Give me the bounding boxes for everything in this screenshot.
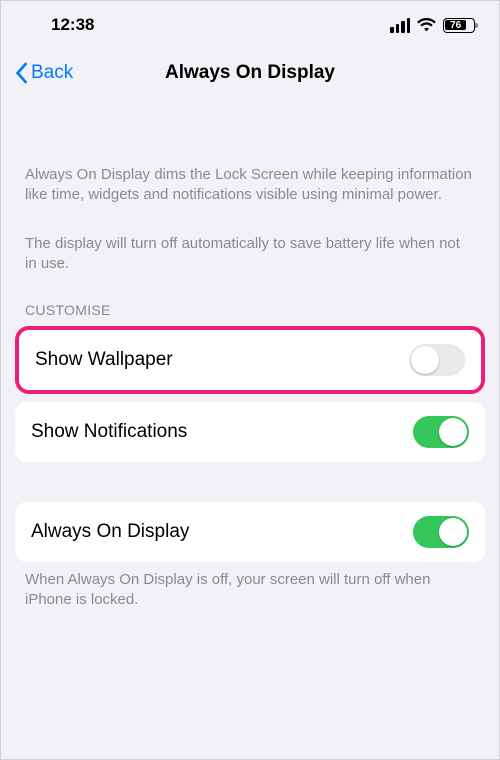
- back-button[interactable]: Back: [15, 62, 73, 84]
- page-title: Always On Display: [1, 62, 499, 84]
- row-label: Show Notifications: [31, 421, 187, 443]
- row-label: Show Wallpaper: [35, 349, 173, 371]
- toggle-show-notifications[interactable]: [413, 416, 469, 448]
- row-show-notifications: Show Notifications: [15, 402, 485, 462]
- back-label: Back: [31, 62, 73, 84]
- battery-icon: 76: [443, 18, 475, 33]
- toggle-show-wallpaper[interactable]: [409, 344, 465, 376]
- row-always-on-display: Always On Display: [15, 502, 485, 562]
- footer-description: When Always On Display is off, your scre…: [1, 562, 499, 611]
- status-bar: 12:38 76: [1, 1, 499, 49]
- highlight-show-wallpaper: Show Wallpaper: [15, 326, 485, 394]
- chevron-left-icon: [15, 62, 29, 84]
- row-label: Always On Display: [31, 521, 189, 543]
- row-group-customise-rest: Show Notifications: [15, 402, 485, 462]
- description-2: The display will turn off automatically …: [1, 234, 499, 275]
- row-group-main: Always On Display: [15, 502, 485, 562]
- nav-bar: Back Always On Display: [1, 49, 499, 99]
- cellular-icon: [390, 18, 410, 33]
- wifi-icon: [417, 18, 436, 32]
- battery-level: 76: [445, 20, 466, 31]
- status-right: 76: [390, 18, 475, 33]
- section-header-customise: CUSTOMISE: [1, 274, 499, 326]
- description-1: Always On Display dims the Lock Screen w…: [1, 165, 499, 206]
- row-show-wallpaper: Show Wallpaper: [19, 330, 481, 390]
- status-time: 12:38: [51, 15, 94, 35]
- toggle-always-on-display[interactable]: [413, 516, 469, 548]
